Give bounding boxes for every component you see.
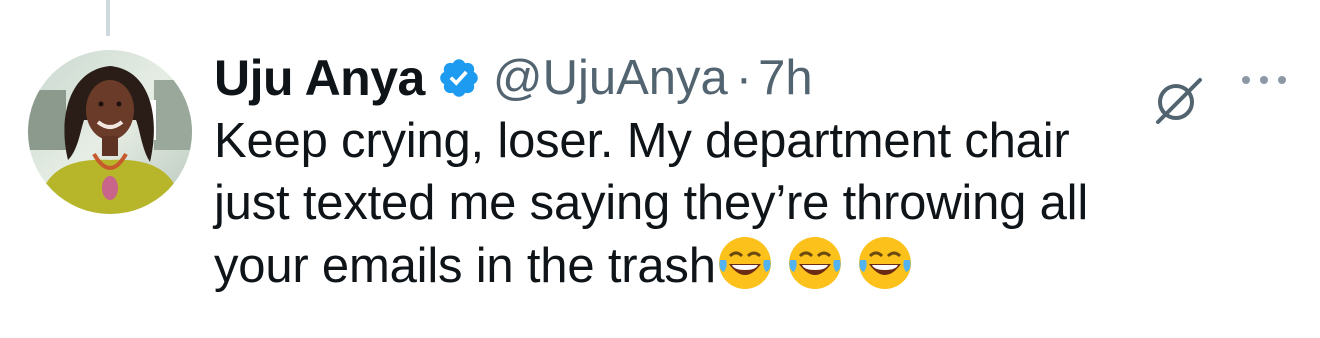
laughing-emoji-icon [856,234,914,292]
tweet-text-line: Keep crying, loser. My department chair [214,114,1070,168]
avatar[interactable] [28,50,192,214]
author-handle[interactable]: @UjuAnya [493,50,728,106]
laughing-emoji-icon [786,234,844,292]
separator-dot: · [735,51,753,105]
tweet-text: Keep crying, loser. My department chair … [214,110,1294,297]
more-options-icon[interactable] [1236,70,1292,90]
tweet-text-segment: your emails in the trash [214,239,716,293]
laughing-emoji-icon [716,234,774,292]
tweet-text-line: just texted me saying they’re throwing a… [214,176,1089,230]
thread-connector-line [106,0,110,36]
author-name[interactable]: Uju Anya [214,49,425,107]
avatar-image [28,50,192,214]
tweet-header: Uju Anya @UjuAnya · 7h [214,46,813,110]
timestamp[interactable]: 7h [758,50,813,106]
tweet-text-line-last: your emails in the trash [214,234,1294,297]
verified-badge-icon [437,56,481,100]
